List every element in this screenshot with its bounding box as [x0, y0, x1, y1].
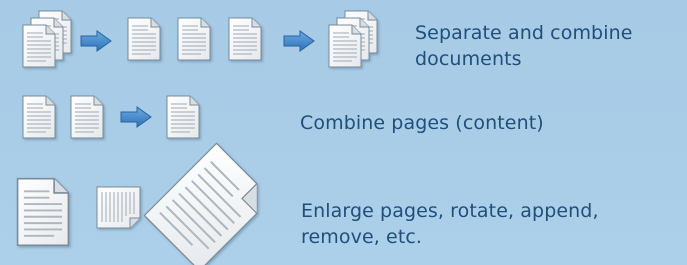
- arrow-right-icon: [120, 106, 152, 128]
- separate-combine-caption: Separate and combine documents: [415, 22, 633, 70]
- document-icon: [177, 17, 211, 61]
- row-enlarge-rotate: [16, 142, 258, 265]
- arrow-right-icon: [80, 30, 112, 52]
- document-rotated-icon: [143, 142, 258, 265]
- document-icon: [166, 95, 200, 139]
- arrow-right-icon: [283, 30, 315, 52]
- document-icon: [22, 95, 56, 139]
- document-stack-icon: [22, 10, 72, 68]
- row-separate-combine: [22, 10, 378, 68]
- document-icon: [127, 17, 161, 61]
- document-stack-icon: [328, 10, 378, 68]
- document-icon: [16, 177, 70, 247]
- enlarge-rotate-caption: Enlarge pages, rotate, append, remove, e…: [301, 200, 599, 248]
- document-icon: [228, 17, 262, 61]
- document-landscape-icon: [96, 186, 141, 229]
- feature-illustration: Separate and combine documents Combine p…: [0, 0, 687, 265]
- combine-pages-caption: Combine pages (content): [300, 112, 544, 134]
- document-icon: [70, 95, 104, 139]
- row-combine-pages: [22, 95, 200, 139]
